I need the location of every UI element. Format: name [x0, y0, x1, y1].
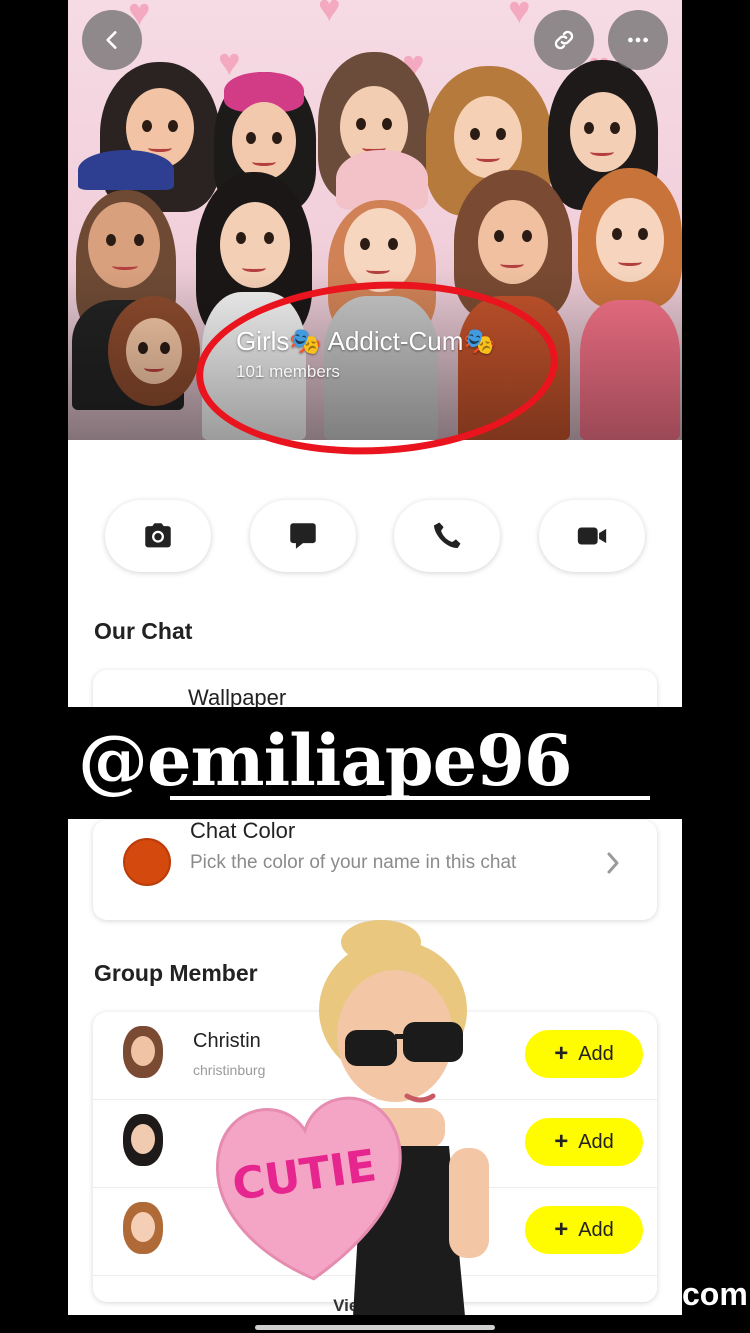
more-options-button[interactable] — [608, 10, 668, 70]
link-icon — [554, 30, 574, 50]
add-member-button[interactable]: + Add — [525, 1030, 643, 1078]
heart-decoration: ♥ — [318, 0, 341, 30]
watermark-text: com — [682, 1276, 748, 1312]
add-member-button[interactable]: + Add — [525, 1118, 643, 1166]
call-button[interactable] — [394, 500, 500, 572]
more-dots-icon — [628, 37, 648, 43]
bitmoji-sticker: CUTIE — [215, 920, 489, 1315]
add-label: Add — [578, 1130, 614, 1153]
video-call-button[interactable] — [539, 500, 645, 572]
chat-button[interactable] — [250, 500, 356, 572]
avatar — [119, 1114, 167, 1170]
chat-color-title: Chat Color — [190, 818, 296, 843]
back-chevron-icon — [106, 31, 117, 49]
video-camera-icon — [577, 527, 607, 545]
plus-icon: + — [554, 1040, 569, 1067]
plus-icon: + — [554, 1216, 569, 1243]
plus-icon: + — [554, 1128, 569, 1155]
our-chat-title: Our Chat — [94, 618, 193, 644]
avatar — [119, 1026, 167, 1082]
action-bar — [105, 500, 645, 572]
share-link-button[interactable] — [534, 10, 594, 70]
chat-color-subtitle: Pick the color of your name in this chat — [190, 852, 517, 873]
avatar — [119, 1202, 167, 1258]
chat-bubble-icon — [290, 523, 316, 549]
group-profile-screen: ♥ ♥ ♥ ♥ ♥ ♥ — [68, 0, 682, 1315]
chat-color-swatch — [123, 838, 171, 886]
add-label: Add — [578, 1218, 614, 1241]
add-label: Add — [578, 1042, 614, 1065]
caption-underline — [170, 796, 650, 800]
add-member-button[interactable]: + Add — [525, 1206, 643, 1254]
home-indicator[interactable] — [255, 1325, 495, 1330]
camera-icon — [145, 523, 171, 548]
phone-icon — [433, 522, 461, 549]
back-button[interactable] — [82, 10, 142, 70]
chat-color-card[interactable]: Chat Color Pick the color of your name i… — [93, 818, 657, 920]
username-caption: @emiliape96 — [78, 719, 573, 802]
heart-decoration: ♥ — [508, 0, 531, 32]
camera-button[interactable] — [105, 500, 211, 572]
chevron-right-icon — [607, 852, 619, 874]
